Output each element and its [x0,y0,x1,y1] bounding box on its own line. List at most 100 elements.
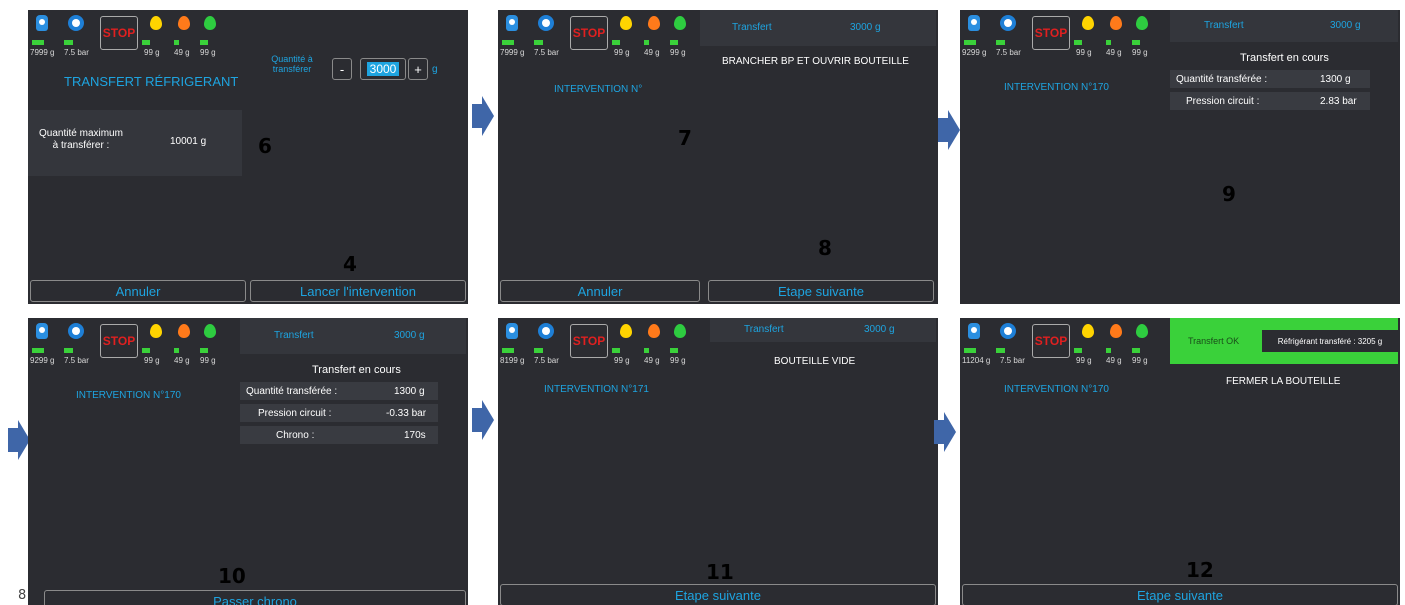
max-quantity-value: 10001 g [170,136,207,147]
step-number: 7 [678,126,692,150]
level-bar [1132,348,1140,353]
yellow-weight: 99 g [614,48,630,57]
cancel-button[interactable]: Annuler [30,280,246,302]
level-bar [32,348,44,353]
transfer-header: Transfert 3000 g [240,318,466,354]
bottle-icon [968,15,980,31]
green-drop-icon [1136,16,1148,30]
page-number: 8 [18,588,27,603]
status-bar: STOP 7999 g 7.5 bar 99 g 49 g 99 g [498,10,686,70]
green-weight: 99 g [670,48,686,57]
arrow-right-icon [938,110,960,150]
green-weight: 99 g [200,356,216,365]
orange-drop-icon [178,16,190,30]
screen-transfer-complete: STOP 11204 g 7.5 bar 99 g 49 g 99 g Tran… [960,318,1400,605]
bottle-icon [36,15,48,31]
decrease-button[interactable]: - [332,58,352,80]
green-weight: 99 g [670,356,686,365]
stop-button[interactable]: STOP [1032,324,1070,358]
green-drop-icon [674,16,686,30]
orange-weight: 49 g [1106,48,1122,57]
level-bar [64,348,73,353]
green-weight: 99 g [1132,356,1148,365]
pressure-gauge-icon [68,15,84,31]
intervention-number: INTERVENTION N°170 [1004,82,1109,93]
status-bar: STOP 9299 g 7.5 bar 99 g 49 g 99 g [28,318,216,378]
level-bar [964,40,976,45]
transferred-quantity-label: Quantité transférée : [246,385,338,397]
status-bar: STOP 8199 g 7.5 bar 99 g 49 g 99 g [498,318,686,378]
pressure-value: 7.5 bar [64,48,89,57]
max-quantity-box: Quantité maximum à transférer : 10001 g [28,110,242,176]
stop-button[interactable]: STOP [1032,16,1070,50]
level-bar [964,348,976,353]
level-bar [644,348,649,353]
circuit-pressure-row: Pression circuit : -0.33 bar [240,404,438,422]
green-drop-icon [1136,324,1148,338]
transferred-quantity-label: Quantité transférée : [1176,73,1268,85]
step-number: 12 [1186,558,1214,582]
stop-button[interactable]: STOP [570,16,608,50]
pressure-gauge-icon [538,15,554,31]
transfer-label: Transfert [744,324,784,335]
status-bar: STOP 9299 g 7.5 bar 99 g 49 g 99 g [960,10,1148,70]
transferred-quantity-value: 1300 g [1320,73,1351,85]
yellow-weight: 99 g [144,356,160,365]
stop-button[interactable]: STOP [100,324,138,358]
transfer-header: Transfert 3000 g [710,318,936,342]
level-bar [996,348,1005,353]
pressure-value: 7.5 bar [996,48,1021,57]
transfer-value: 3000 g [850,22,881,33]
level-bar [612,40,620,45]
status-bar: STOP 7999 g 7.5 bar 99 g 49 g 99 g [28,10,216,70]
transferred-amount: Réfrigérant transféré : 3205 g [1262,330,1398,352]
next-step-button[interactable]: Etape suivante [500,584,936,605]
yellow-weight: 99 g [144,48,160,57]
instruction-message: BRANCHER BP ET OUVRIR BOUTEILLE [722,56,909,67]
intervention-number: INTERVENTION N° [554,84,643,95]
instruction-message: FERMER LA BOUTEILLE [1226,376,1341,387]
level-bar [502,40,514,45]
transfer-ok-label: Transfert OK [1188,336,1240,346]
level-bar [1106,348,1111,353]
arrow-right-icon [472,400,494,440]
quantity-label: Quantité à transférer [271,54,313,74]
bottle-icon [506,15,518,31]
step-number: 4 [343,252,357,276]
orange-drop-icon [648,16,660,30]
bottle-weight: 9299 g [962,48,987,57]
pressure-gauge-icon [68,323,84,339]
quantity-input[interactable]: 3000 [360,58,406,80]
green-drop-icon [204,16,216,30]
bottle-weight: 7999 g [30,48,55,57]
orange-weight: 49 g [1106,356,1122,365]
cancel-button[interactable]: Annuler [500,280,700,302]
transferred-quantity-row: Quantité transférée : 1300 g [240,382,438,400]
arrow-right-icon [472,96,494,136]
next-step-button[interactable]: Etape suivante [962,584,1398,605]
orange-drop-icon [1110,16,1122,30]
level-bar [1074,348,1082,353]
step-number: 9 [1222,182,1236,206]
next-step-button[interactable]: Etape suivante [708,280,934,302]
level-bar [64,40,73,45]
stop-button[interactable]: STOP [570,324,608,358]
level-bar [174,348,179,353]
bottle-weight: 7999 g [500,48,525,57]
launch-intervention-button[interactable]: Lancer l'intervention [250,280,466,302]
chrono-label: Chrono : [276,429,315,441]
yellow-weight: 99 g [614,356,630,365]
stop-button[interactable]: STOP [100,16,138,50]
green-drop-icon [204,324,216,338]
yellow-weight: 99 g [1076,356,1092,365]
bottle-icon [36,323,48,339]
level-bar [1106,40,1111,45]
screen-transfer-chrono: STOP 9299 g 7.5 bar 99 g 49 g 99 g Trans… [28,318,468,605]
skip-chrono-button[interactable]: Passer chrono [44,590,466,605]
level-bar [1132,40,1140,45]
orange-drop-icon [178,324,190,338]
transfer-label: Transfert [1204,20,1244,31]
increase-button[interactable]: + [408,58,428,80]
bottle-weight: 9299 g [30,356,55,365]
bottle-icon [968,323,980,339]
